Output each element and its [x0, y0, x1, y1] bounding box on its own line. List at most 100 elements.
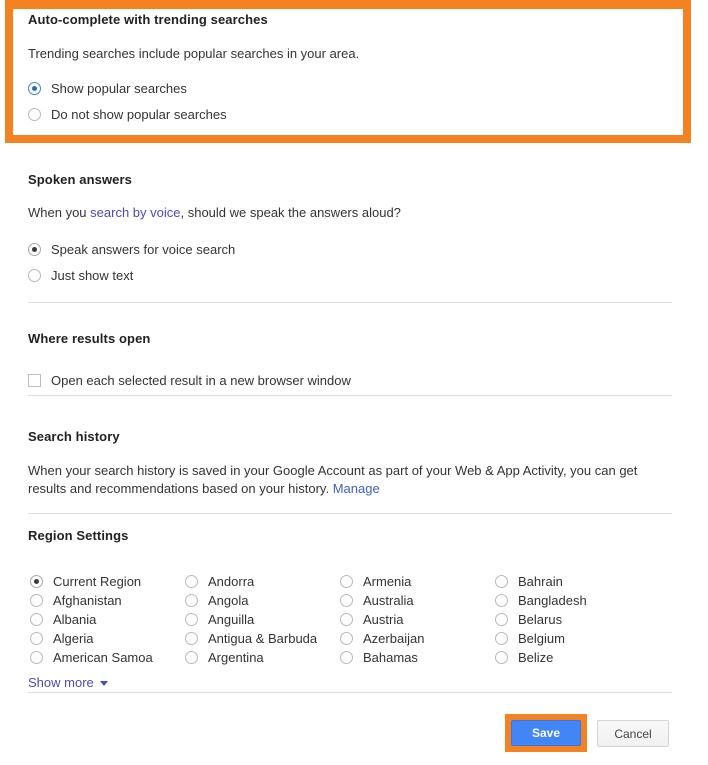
region-column-1: Current Region Afghanistan Albania Alger… [30, 572, 153, 667]
region-option-belarus[interactable]: Belarus [495, 610, 587, 629]
radio-label: Show popular searches [51, 81, 187, 96]
region-option-bangladesh[interactable]: Bangladesh [495, 591, 587, 610]
region-option-belize[interactable]: Belize [495, 648, 587, 667]
region-label: Angola [208, 593, 249, 608]
radio-icon-unselected[interactable] [28, 269, 41, 282]
radio-label: Just show text [51, 268, 134, 283]
region-option-belgium[interactable]: Belgium [495, 629, 587, 648]
divider-after-search-history [28, 513, 672, 514]
radio-icon-unselected[interactable] [340, 594, 353, 607]
radio-icon-unselected[interactable] [340, 632, 353, 645]
where-results-open-title: Where results open [28, 331, 151, 346]
region-label: Belize [518, 650, 554, 665]
region-label: Albania [53, 612, 97, 627]
radio-icon-unselected[interactable] [340, 613, 353, 626]
region-settings-title: Region Settings [28, 528, 129, 543]
region-column-4: Bahrain Bangladesh Belarus Belgium Beliz… [495, 572, 587, 667]
region-label: Algeria [53, 631, 94, 646]
region-label: Bahamas [363, 650, 418, 665]
region-option-antigua-barbuda[interactable]: Antigua & Barbuda [185, 629, 317, 648]
divider-above-footer [28, 692, 672, 693]
radio-speak-answers[interactable]: Speak answers for voice search [28, 240, 680, 259]
radio-icon-unselected[interactable] [495, 575, 508, 588]
radio-icon-unselected[interactable] [495, 632, 508, 645]
radio-icon-unselected[interactable] [185, 632, 198, 645]
radio-icon-unselected[interactable] [30, 632, 43, 645]
radio-icon-selected[interactable] [28, 243, 41, 256]
region-label: Australia [363, 593, 414, 608]
region-option-albania[interactable]: Albania [30, 610, 153, 629]
radio-icon-unselected[interactable] [340, 651, 353, 664]
region-label: Bahrain [518, 574, 563, 589]
region-label: Azerbaijan [363, 631, 425, 646]
radio-icon-unselected[interactable] [30, 594, 43, 607]
radio-icon-unselected[interactable] [28, 108, 41, 121]
region-option-armenia[interactable]: Armenia [340, 572, 424, 591]
region-option-anguilla[interactable]: Anguilla [185, 610, 317, 629]
region-label: Afghanistan [53, 593, 122, 608]
region-label: Andorra [208, 574, 255, 589]
show-more-label: Show more [28, 675, 94, 690]
region-column-3: Armenia Australia Austria Azerbaijan Bah… [340, 572, 424, 667]
chevron-down-icon [99, 681, 108, 686]
region-option-american-samoa[interactable]: American Samoa [30, 648, 153, 667]
radio-label: Speak answers for voice search [51, 242, 236, 257]
cancel-button[interactable]: Cancel [597, 720, 669, 747]
region-label: Anguilla [208, 612, 255, 627]
region-label: Argentina [208, 650, 264, 665]
region-option-andorra[interactable]: Andorra [185, 572, 317, 591]
region-option-angola[interactable]: Angola [185, 591, 317, 610]
radio-just-show-text[interactable]: Just show text [28, 266, 680, 285]
radio-icon-unselected[interactable] [185, 594, 198, 607]
radio-icon-unselected[interactable] [30, 651, 43, 664]
section-where-results-open: Where results open Open each selected re… [0, 331, 708, 390]
radio-icon-selected[interactable] [30, 575, 43, 588]
section-autocomplete: Auto-complete with trending searches Tre… [0, 12, 708, 124]
region-label: Armenia [363, 574, 412, 589]
show-more-button[interactable]: Show more [28, 675, 108, 690]
section-spoken-answers: Spoken answers When you search by voice,… [0, 172, 708, 285]
divider-after-spoken-answers [28, 302, 672, 303]
spoken-answers-title: Spoken answers [28, 172, 132, 187]
region-label: Current Region [53, 574, 142, 589]
region-label: Bangladesh [518, 593, 587, 608]
region-label: Austria [363, 612, 404, 627]
checkbox-icon-unchecked[interactable] [28, 374, 41, 387]
region-option-austria[interactable]: Austria [340, 610, 424, 629]
region-option-afghanistan[interactable]: Afghanistan [30, 591, 153, 610]
search-history-title: Search history [28, 429, 120, 444]
region-label: American Samoa [53, 650, 153, 665]
region-option-bahamas[interactable]: Bahamas [340, 648, 424, 667]
autocomplete-title: Auto-complete with trending searches [28, 12, 268, 27]
search-by-voice-link[interactable]: search by voice [90, 205, 180, 220]
region-label: Belgium [518, 631, 565, 646]
region-option-current-region[interactable]: Current Region [30, 572, 153, 591]
radio-icon-unselected[interactable] [185, 613, 198, 626]
region-option-azerbaijan[interactable]: Azerbaijan [340, 629, 424, 648]
radio-show-popular-searches[interactable]: Show popular searches [28, 79, 680, 98]
region-label: Belarus [518, 612, 563, 627]
manage-link[interactable]: Manage [333, 481, 380, 496]
radio-icon-unselected[interactable] [185, 575, 198, 588]
region-option-australia[interactable]: Australia [340, 591, 424, 610]
checkbox-open-in-new-window[interactable]: Open each selected result in a new brows… [28, 371, 680, 390]
region-option-argentina[interactable]: Argentina [185, 648, 317, 667]
radio-do-not-show-popular-searches[interactable]: Do not show popular searches [28, 105, 680, 124]
radio-icon-unselected[interactable] [495, 651, 508, 664]
radio-icon-unselected[interactable] [185, 651, 198, 664]
section-search-history: Search history When your search history … [0, 429, 708, 498]
radio-icon-unselected[interactable] [30, 613, 43, 626]
region-column-2: Andorra Angola Anguilla Antigua & Barbud… [185, 572, 317, 667]
region-option-algeria[interactable]: Algeria [30, 629, 153, 648]
search-history-description: When your search history is saved in you… [28, 462, 646, 498]
region-option-bahrain[interactable]: Bahrain [495, 572, 587, 591]
section-region-settings: Region Settings Current Region Afghanist… [0, 528, 708, 692]
autocomplete-description: Trending searches include popular search… [28, 46, 360, 61]
region-grid: Current Region Afghanistan Albania Alger… [28, 572, 680, 667]
radio-icon-unselected[interactable] [495, 613, 508, 626]
desc-text-after: , should we speak the answers aloud? [180, 205, 401, 220]
radio-icon-unselected[interactable] [495, 594, 508, 607]
radio-icon-selected[interactable] [28, 82, 41, 95]
save-button[interactable]: Save [511, 720, 581, 746]
radio-icon-unselected[interactable] [340, 575, 353, 588]
